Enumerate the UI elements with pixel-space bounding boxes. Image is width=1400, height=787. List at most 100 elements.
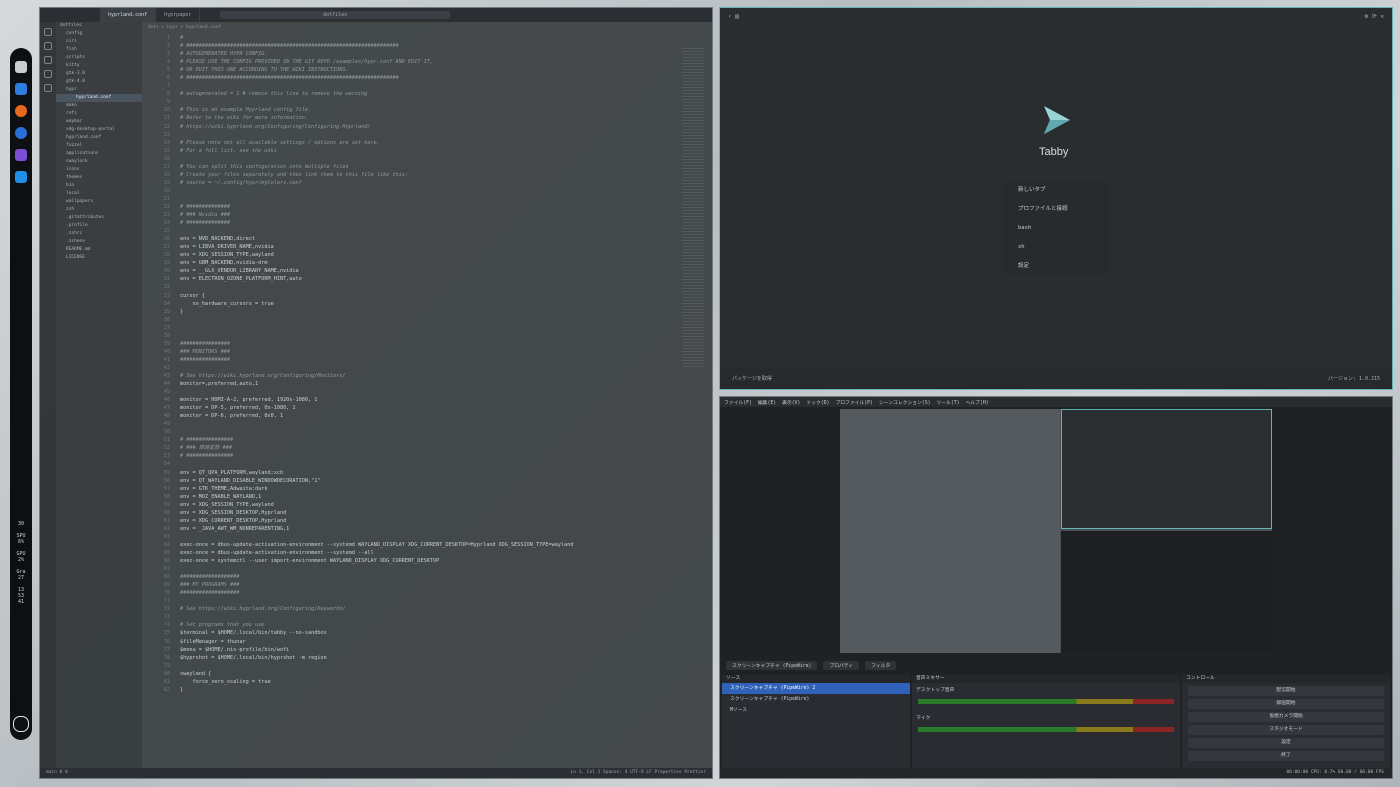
code-line[interactable]: 16 xyxy=(142,155,678,163)
code-line[interactable]: 35} xyxy=(142,308,678,316)
obs-menu-item[interactable]: 編集(E) xyxy=(758,399,776,406)
code-line[interactable]: 53 # ############### xyxy=(142,452,678,460)
code-line[interactable]: 8 # autogenerated = 1 # remove this line … xyxy=(142,90,678,98)
explorer-item[interactable]: gtk-4.0 xyxy=(56,78,142,86)
source-item[interactable]: スクリーンキャプチャ (PipeWire) xyxy=(722,694,910,705)
code-line[interactable]: 78 $hyprshot = $HOME/.local/bin/hyprshot … xyxy=(142,654,678,662)
code-line[interactable]: 39 ################ xyxy=(142,340,678,348)
code-line[interactable]: 32 xyxy=(142,283,678,291)
code-line[interactable]: 44 monitor=,preferred,auto,1 xyxy=(142,380,678,388)
tab-hyprpaper[interactable]: hyprpaper xyxy=(156,8,201,22)
code-line[interactable]: 45 xyxy=(142,388,678,396)
terminal-icon[interactable] xyxy=(15,83,27,95)
code-line[interactable]: 69 ### MY PROGRAMS ### xyxy=(142,581,678,589)
code-line[interactable]: 47 monitor = DP-5, preferred, 0x-1080, 1 xyxy=(142,404,678,412)
explorer-item[interactable]: rofi xyxy=(56,110,142,118)
code-line[interactable]: 9 xyxy=(142,98,678,106)
status-left[interactable]: main 0 0 xyxy=(46,768,68,778)
code-line[interactable]: 55 env = QT_QPA_PLATFORM,wayland;xcb xyxy=(142,469,678,477)
tabby-menu-item[interactable]: bash xyxy=(1002,219,1110,238)
vscode-icon[interactable] xyxy=(15,171,27,183)
code-line[interactable]: 27 env = LIBVA_DRIVER_NAME,nvidia xyxy=(142,243,678,251)
code-line[interactable]: 54 xyxy=(142,460,678,468)
firefox-icon[interactable] xyxy=(15,105,27,117)
control-button[interactable]: 仮想カメラ開始 xyxy=(1188,712,1384,722)
code-line[interactable]: 19 # source = ~/.config/hypr/myColors.con… xyxy=(142,179,678,187)
search-icon[interactable] xyxy=(44,42,52,50)
run-debug-icon[interactable] xyxy=(44,70,52,78)
code-line[interactable]: 13 xyxy=(142,131,678,139)
tabby-menu-item[interactable]: プロファイルと接続 xyxy=(1002,200,1110,219)
code-line[interactable]: 61 env = XDG_CURRENT_DESKTOP,Hyprland xyxy=(142,517,678,525)
code-line[interactable]: 79 xyxy=(142,662,678,670)
minimap[interactable] xyxy=(682,48,704,368)
code-line[interactable]: 38 xyxy=(142,332,678,340)
code-line[interactable]: 26 env = NVD_BACKEND,direct xyxy=(142,235,678,243)
code-line[interactable]: 6 # #####################################… xyxy=(142,74,678,82)
desktop-audio-meter[interactable] xyxy=(918,699,1174,704)
tab-hyprland-conf[interactable]: hyprland.conf xyxy=(100,8,157,22)
code-line[interactable]: 7 xyxy=(142,82,678,90)
tabby-menu-item[interactable]: sh xyxy=(1002,238,1110,257)
code-line[interactable]: 46 monitor = HDMI-A-2, preferred, 1920x-1… xyxy=(142,396,678,404)
code-line[interactable]: 37 xyxy=(142,324,678,332)
code-line[interactable]: 50 xyxy=(142,428,678,436)
code-line[interactable]: 80 xwayland { xyxy=(142,670,678,678)
code-line[interactable]: 21 xyxy=(142,195,678,203)
obs-menu-item[interactable]: 表示(V) xyxy=(782,399,800,406)
code-line[interactable]: 11 # Refer to the wiki for more informati… xyxy=(142,114,678,122)
filters-button[interactable]: フィルタ xyxy=(865,660,897,670)
command-center-search[interactable]: dotfiles xyxy=(220,11,451,19)
obs-menu-item[interactable]: ドック(D) xyxy=(806,399,829,406)
control-button[interactable]: スタジオモード xyxy=(1188,725,1384,735)
explorer-item[interactable]: waybar xyxy=(56,118,142,126)
code-line[interactable]: 18 # Create your files separately and the… xyxy=(142,171,678,179)
code-line[interactable]: 60 env = XDG_SESSION_DESKTOP,Hyprland xyxy=(142,509,678,517)
code-line[interactable]: 24 # ############## xyxy=(142,219,678,227)
code-line[interactable]: 36 xyxy=(142,316,678,324)
code-line[interactable]: 56 env = QT_WAYLAND_DISABLE_WINDOWDECORAT… xyxy=(142,477,678,485)
explorer-item[interactable]: .gitattributes xyxy=(56,214,142,222)
code-line[interactable]: 52 # ### 環境変数 ### xyxy=(142,444,678,452)
code-line[interactable]: 41 ################ xyxy=(142,356,678,364)
explorer-item[interactable]: dotfiles xyxy=(56,22,142,30)
code-line[interactable]: 3 # AUTOGENERATED HYPR CONFIG. xyxy=(142,50,678,58)
explorer-item[interactable]: kitty xyxy=(56,62,142,70)
status-right[interactable]: Ln 1, Col 1 Spaces: 4 UTF-8 LF Propertie… xyxy=(571,768,706,778)
code-line[interactable]: 1 # xyxy=(142,34,678,42)
obs-menu-item[interactable]: シーンコレクション(S) xyxy=(879,399,931,406)
explorer-item[interactable]: bin xyxy=(56,182,142,190)
explorer-item[interactable]: config xyxy=(56,30,142,38)
mic-audio-meter[interactable] xyxy=(918,727,1174,732)
explorer-item[interactable]: hyprland.conf xyxy=(56,94,142,102)
explorer-item[interactable]: hyprland.conf xyxy=(56,134,142,142)
obs-menu-item[interactable]: ヘルプ(H) xyxy=(966,399,989,406)
code-line[interactable]: 71 xyxy=(142,597,678,605)
code-line[interactable]: 77 $menu = $HOME/.nix-profile/bin/wofi xyxy=(142,646,678,654)
control-button[interactable]: 配信開始 xyxy=(1188,686,1384,696)
code-line[interactable]: 62 env = _JAVA_AWT_WM_NONREPARENTING,1 xyxy=(142,525,678,533)
code-line[interactable]: 70 ################### xyxy=(142,589,678,597)
explorer-item[interactable]: local xyxy=(56,190,142,198)
explorer-item[interactable]: themes xyxy=(56,174,142,182)
code-line[interactable]: 4 # PLEASE USE THE CONFIG PROVIDED IN THE… xyxy=(142,58,678,66)
obs-menu-item[interactable]: プロファイル(P) xyxy=(835,399,872,406)
code-line[interactable]: 66 exec-once = systemctl --user import-en… xyxy=(142,557,678,565)
code-line[interactable]: 29 env = GBM_BACKEND,nvidia-drm xyxy=(142,259,678,267)
code-line[interactable]: 31 env = ELECTRON_OZONE_PLATFORM_HINT,aut… xyxy=(142,275,678,283)
explorer-item[interactable]: zsh xyxy=(56,206,142,214)
tabby-window-controls[interactable]: ⚙ ⟳ ✕ xyxy=(1365,13,1384,20)
code-line[interactable]: 33 cursor { xyxy=(142,292,678,300)
explorer-item[interactable]: swaylock xyxy=(56,158,142,166)
control-button[interactable]: 終了 xyxy=(1188,751,1384,761)
tabby-menu-item[interactable]: 新しいタブ xyxy=(1002,181,1110,200)
explorer-item[interactable]: README.md xyxy=(56,246,142,254)
explorer-item[interactable]: niri xyxy=(56,38,142,46)
code-line[interactable]: 73 xyxy=(142,613,678,621)
code-line[interactable]: 25 xyxy=(142,227,678,235)
explorer-icon[interactable] xyxy=(44,28,52,36)
obs-preview[interactable] xyxy=(840,409,1272,653)
code-line[interactable]: 64 exec-once = dbus-update-activation-env… xyxy=(142,541,678,549)
code-line[interactable]: 2 # #####################################… xyxy=(142,42,678,50)
code-line[interactable]: 10 # This is an example Hyprland config f… xyxy=(142,106,678,114)
